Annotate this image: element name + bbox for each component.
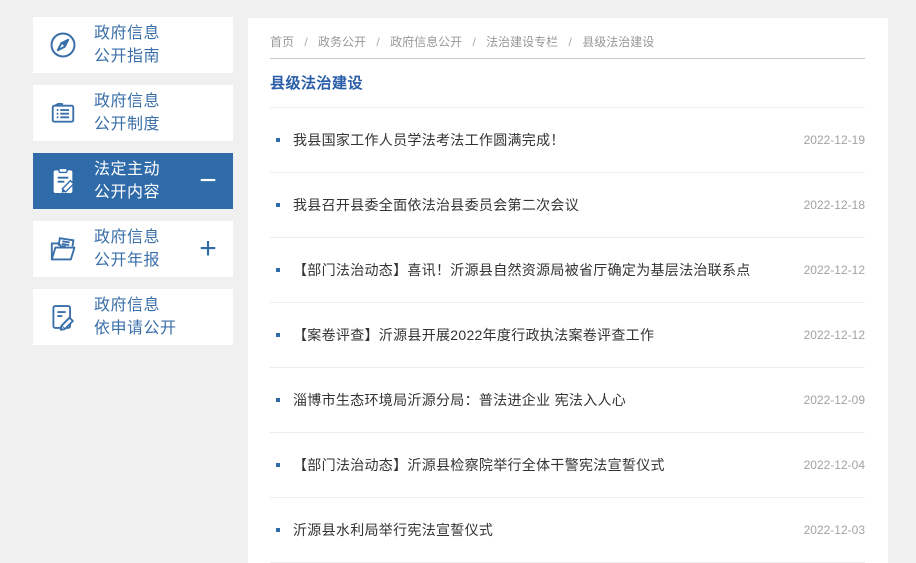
breadcrumb-separator: /	[376, 35, 380, 49]
breadcrumb-separator: /	[568, 35, 572, 49]
article-link[interactable]: 淄博市生态环境局沂源分局：普法进企业 宪法入人心	[293, 390, 790, 410]
breadcrumb-separator: /	[472, 35, 476, 49]
sidebar: 政府信息 公开指南 政府信息 公开制度 法定主动 公开内容 − 政府信息 公开年…	[33, 17, 233, 357]
sidebar-item-annual-report[interactable]: 政府信息 公开年报 +	[33, 221, 233, 277]
article-row: 【部门法治动态】喜讯！沂源县自然资源局被省厅确定为基层法治联系点 2022-12…	[270, 238, 865, 303]
article-row: 我县国家工作人员学法考法工作圆满完成！ 2022-12-19	[270, 108, 865, 173]
paper-pencil-icon	[47, 301, 79, 333]
breadcrumb-home[interactable]: 首页	[270, 35, 294, 49]
article-row: 淄博市生态环境局沂源分局：普法进企业 宪法入人心 2022-12-09	[270, 368, 865, 433]
sidebar-item-label: 法定主动 公开内容	[94, 161, 161, 201]
bullet-icon	[276, 333, 280, 337]
article-row: 【案卷评查】沂源县开展2022年度行政执法案卷评查工作 2022-12-12	[270, 303, 865, 368]
breadcrumb: 首页 / 政务公开 / 政府信息公开 / 法治建设专栏 / 县级法治建设	[270, 18, 865, 54]
article-date: 2022-12-03	[803, 523, 865, 537]
bullet-icon	[276, 398, 280, 402]
ledger-icon	[47, 97, 79, 129]
bullet-icon	[276, 268, 280, 272]
article-link[interactable]: 【部门法治动态】沂源县检察院举行全体干警宪法宣誓仪式	[293, 455, 790, 475]
sidebar-item-disclosure-on-request[interactable]: 政府信息 依申请公开	[33, 289, 233, 345]
sidebar-item-statutory-disclosure[interactable]: 法定主动 公开内容 −	[33, 153, 233, 209]
article-link[interactable]: 我县国家工作人员学法考法工作圆满完成！	[293, 130, 790, 150]
article-link[interactable]: 【案卷评查】沂源县开展2022年度行政执法案卷评查工作	[293, 325, 790, 345]
article-list: 我县国家工作人员学法考法工作圆满完成！ 2022-12-19 我县召开县委全面依…	[270, 108, 865, 563]
article-link[interactable]: 沂源县水利局举行宪法宣誓仪式	[293, 520, 790, 540]
article-link[interactable]: 我县召开县委全面依法治县委员会第二次会议	[293, 195, 790, 215]
folder-icon	[47, 233, 79, 265]
breadcrumb-gov-info[interactable]: 政府信息公开	[390, 35, 462, 49]
clipboard-pencil-icon	[47, 165, 79, 197]
article-date: 2022-12-09	[803, 393, 865, 407]
article-row: 沂源县水利局举行宪法宣誓仪式 2022-12-03	[270, 498, 865, 563]
expand-icon[interactable]: +	[191, 234, 225, 264]
breadcrumb-current: 县级法治建设	[582, 35, 655, 49]
page-title: 县级法治建设	[270, 75, 364, 92]
article-link[interactable]: 【部门法治动态】喜讯！沂源县自然资源局被省厅确定为基层法治联系点	[293, 260, 790, 280]
bullet-icon	[276, 463, 280, 467]
sidebar-item-label: 政府信息 公开制度	[94, 93, 161, 133]
breadcrumb-separator: /	[304, 35, 308, 49]
compass-icon	[47, 29, 79, 61]
bullet-icon	[276, 203, 280, 207]
breadcrumb-gov-affairs[interactable]: 政务公开	[318, 35, 366, 49]
bullet-icon	[276, 138, 280, 142]
sidebar-item-label: 政府信息 依申请公开	[94, 297, 177, 337]
bullet-icon	[276, 528, 280, 532]
article-row: 【部门法治动态】沂源县检察院举行全体干警宪法宣誓仪式 2022-12-04	[270, 433, 865, 498]
collapse-icon[interactable]: −	[191, 166, 225, 196]
article-date: 2022-12-19	[803, 133, 865, 147]
breadcrumb-rule-of-law-column[interactable]: 法治建设专栏	[486, 35, 558, 49]
sidebar-item-label: 政府信息 公开指南	[94, 25, 161, 65]
article-date: 2022-12-04	[803, 458, 865, 472]
article-date: 2022-12-12	[803, 328, 865, 342]
article-row: 我县召开县委全面依法治县委员会第二次会议 2022-12-18	[270, 173, 865, 238]
article-date: 2022-12-12	[803, 263, 865, 277]
article-date: 2022-12-18	[803, 198, 865, 212]
main-content: 首页 / 政务公开 / 政府信息公开 / 法治建设专栏 / 县级法治建设 县级法…	[248, 18, 888, 563]
sidebar-item-label: 政府信息 公开年报	[94, 229, 161, 269]
sidebar-item-gov-info-system[interactable]: 政府信息 公开制度	[33, 85, 233, 141]
sidebar-item-gov-info-guide[interactable]: 政府信息 公开指南	[33, 17, 233, 73]
